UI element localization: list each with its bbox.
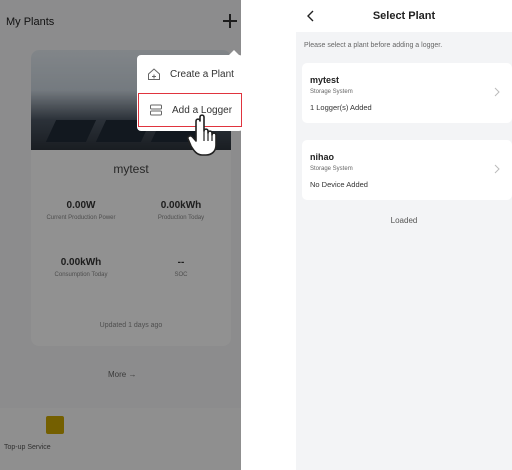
menu-item-create-plant[interactable]: Create a Plant	[137, 57, 243, 91]
plant-type: Storage System	[310, 166, 353, 172]
plant-row-mytest[interactable]: mytest Storage System 1 Logger(s) Added	[302, 63, 512, 123]
plant-name: nihao	[310, 152, 334, 162]
pointing-hand-icon	[187, 114, 217, 156]
plant-status: No Device Added	[310, 180, 368, 189]
menu-item-label: Create a Plant	[170, 68, 234, 80]
plant-type: Storage System	[310, 89, 353, 95]
chevron-right-icon	[494, 87, 500, 97]
plant-status: 1 Logger(s) Added	[310, 103, 372, 112]
plant-name: mytest	[310, 75, 340, 85]
plant-row-nihao[interactable]: nihao Storage System No Device Added	[302, 140, 512, 200]
house-plus-icon	[148, 68, 160, 80]
loaded-status: Loaded	[390, 216, 418, 225]
logger-icon	[150, 104, 162, 116]
instruction-text: Please select a plant before adding a lo…	[304, 42, 443, 49]
page-title: Select Plant	[372, 10, 436, 22]
chevron-right-icon	[494, 164, 500, 174]
chevron-left-icon[interactable]	[305, 9, 317, 23]
select-plant-screen: Select Plant Please select a plant befor…	[296, 0, 512, 470]
select-plant-header: Select Plant	[296, 0, 512, 32]
